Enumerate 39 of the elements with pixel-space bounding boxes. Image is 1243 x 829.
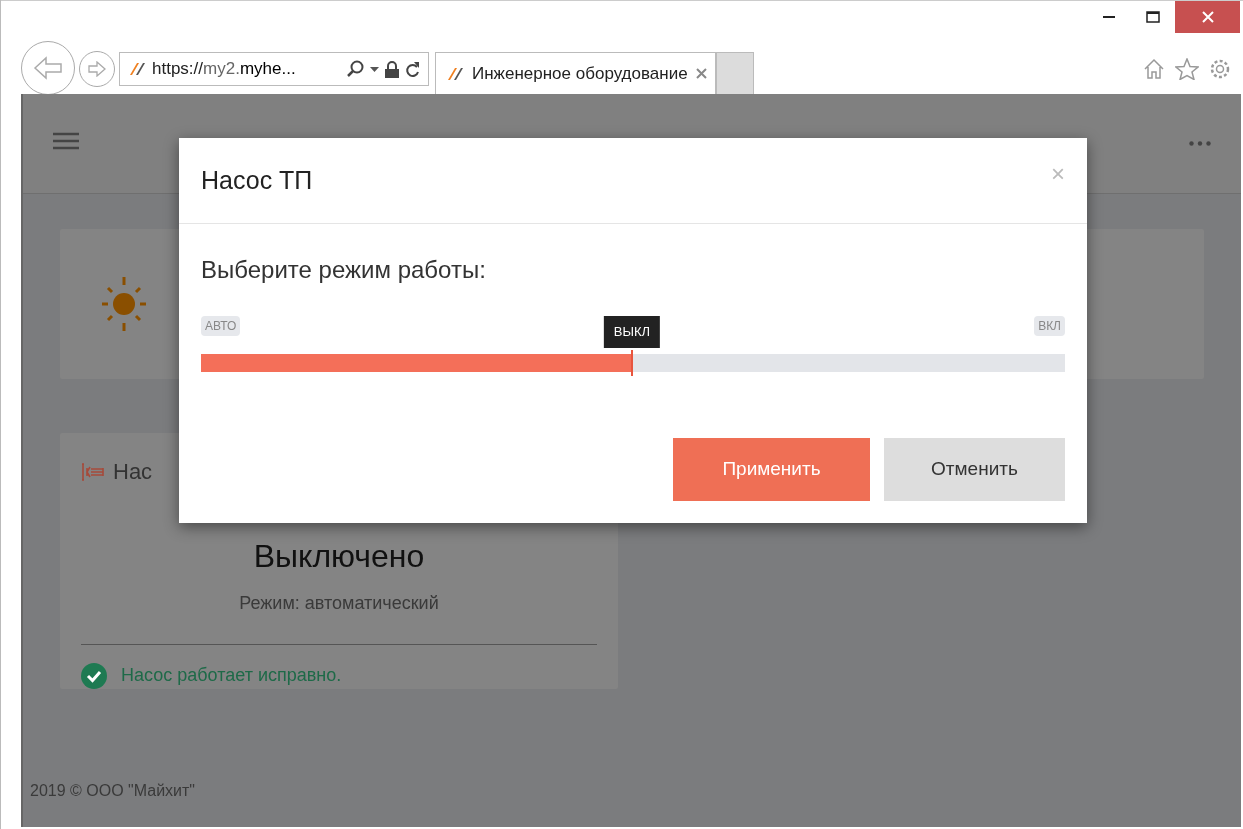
mode-text: Режим: автоматический — [239, 592, 439, 615]
refresh-icon — [405, 60, 420, 78]
close-icon — [1201, 11, 1214, 23]
close-tab-icon — [695, 68, 707, 79]
site-logo-icon — [446, 66, 464, 81]
tab-title: Инженерное оборудование — [472, 62, 688, 85]
cancel-button[interactable]: Отменить — [884, 438, 1065, 501]
star-icon — [1175, 58, 1199, 80]
min-label: АВТО — [201, 316, 241, 336]
dropdown-caret-icon — [370, 66, 379, 72]
sun-icon — [100, 275, 148, 333]
lock-icon — [385, 60, 399, 78]
value-tooltip: ВЫКЛ — [603, 316, 661, 348]
new-tab-button[interactable] — [715, 52, 754, 94]
close-button[interactable] — [1175, 1, 1240, 33]
address-bar[interactable]: https://my2.myhe... — [119, 52, 429, 86]
max-label: ВКЛ — [1034, 316, 1065, 336]
slider-handle[interactable] — [631, 350, 633, 376]
back-arrow-icon — [33, 56, 63, 80]
minimize-icon — [1103, 15, 1115, 19]
pump-icon — [81, 462, 105, 481]
card-title: Нас — [113, 458, 153, 486]
prompt-text: Выберите режим работы: — [201, 255, 487, 285]
back-button[interactable] — [21, 41, 75, 95]
address-text: https://my2.myhe... — [152, 58, 296, 81]
pump-state: Выключено — [253, 537, 425, 576]
forward-arrow-icon — [87, 61, 107, 77]
menu-icon[interactable] — [53, 132, 79, 150]
check-circle-icon — [81, 662, 107, 689]
maximize-icon — [1146, 11, 1160, 23]
site-logo-icon — [128, 62, 146, 76]
search-icon — [346, 60, 364, 78]
dialog-title: Насос ТП — [201, 164, 313, 196]
browser-tab[interactable]: Инженерное оборудование — [435, 52, 716, 94]
settings-icon — [1209, 58, 1231, 80]
footer-text: 2019 © ООО "Майхит" — [30, 781, 197, 801]
more-options-icon[interactable] — [1189, 141, 1211, 146]
home-icon — [1143, 58, 1165, 80]
status-text: Насос работает исправно. — [121, 664, 342, 687]
